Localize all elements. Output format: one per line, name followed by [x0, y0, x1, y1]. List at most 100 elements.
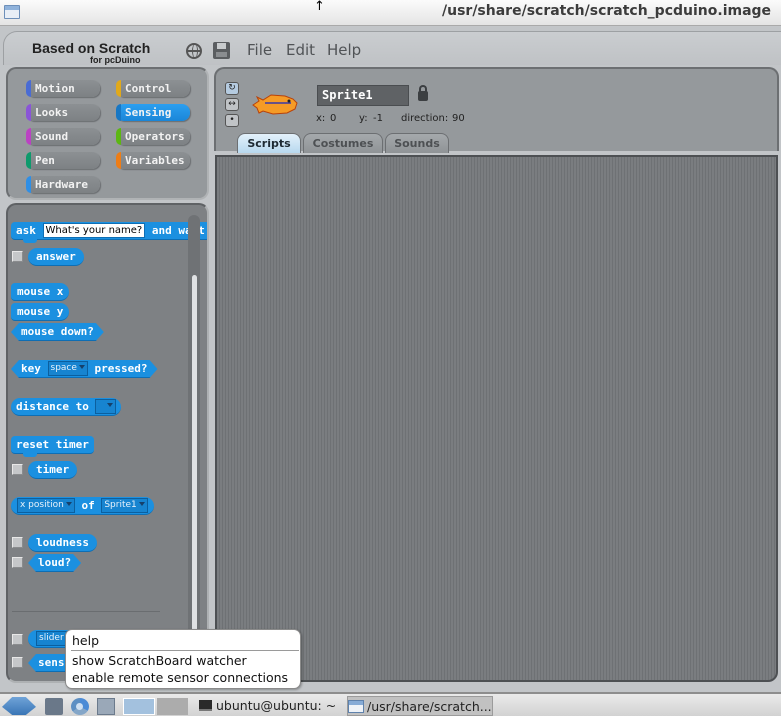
rotate-left-right-button[interactable]: ↔ [225, 98, 239, 111]
blocks-palette: ask What's your name? and wait answer mo… [6, 203, 209, 683]
tab-costumes[interactable]: Costumes [303, 133, 383, 153]
lock-icon[interactable] [418, 85, 428, 101]
sprite-x-label: x: [316, 113, 326, 124]
ask-text-input[interactable]: What's your name? [42, 223, 146, 238]
block-text: of [81, 499, 95, 512]
menu-item-help[interactable]: help [72, 633, 99, 648]
timer-watcher-checkbox[interactable] [12, 464, 23, 475]
category-motion[interactable]: Motion [26, 80, 100, 97]
loud-watcher-checkbox[interactable] [12, 557, 23, 568]
category-hardware[interactable]: Hardware [26, 176, 100, 193]
sprite-direction-label: direction: [401, 113, 449, 124]
category-variables[interactable]: Variables [116, 152, 190, 169]
show-desktop-icon[interactable] [97, 698, 115, 715]
category-control[interactable]: Control [116, 80, 190, 97]
loudness-watcher-checkbox[interactable] [12, 537, 23, 548]
category-pen[interactable]: Pen [26, 152, 100, 169]
save-disk-icon[interactable] [213, 42, 230, 59]
logo-subtitle: for pcDuino [90, 55, 141, 65]
attribute-dropdown[interactable]: x position [17, 498, 75, 513]
block-loudness[interactable]: loudness [28, 534, 97, 552]
taskbar-item-scratch[interactable]: /usr/share/scratch... [347, 696, 493, 716]
tab-scripts[interactable]: Scripts [237, 133, 301, 153]
menu-item-show-scratchboard-watcher[interactable]: show ScratchBoard watcher [72, 653, 247, 668]
category-color-stripe [116, 128, 121, 145]
dropdown-value: space [50, 363, 77, 373]
block-reset-timer[interactable]: reset timer [11, 436, 94, 457]
mouse-cursor-icon: ↑ [314, 0, 325, 14]
window-icon [348, 700, 364, 713]
context-menu: help show ScratchBoard watcher enable re… [65, 629, 301, 689]
palette-scrollbar-thumb[interactable] [192, 275, 197, 675]
answer-watcher-checkbox[interactable] [12, 251, 23, 262]
block-attribute-of[interactable]: x position of Sprite1 [11, 497, 154, 515]
key-dropdown[interactable]: space [48, 361, 88, 376]
category-label: Sensing [125, 106, 172, 119]
rotate-free-button[interactable]: ↻ [225, 82, 239, 95]
block-text: pressed? [94, 362, 148, 375]
sprite-info-panel: ↻ ↔ • Sprite1 x: 0 y: -1 direction: 90 S… [214, 67, 779, 153]
tab-sounds[interactable]: Sounds [385, 133, 449, 153]
distance-target-dropdown[interactable] [95, 399, 117, 414]
dropdown-value: slider [39, 633, 64, 643]
category-label: Hardware [35, 178, 88, 191]
category-color-stripe [26, 176, 31, 193]
task-label: ubuntu@ubuntu: ~ [216, 698, 337, 713]
category-color-stripe [26, 152, 31, 169]
taskbar-item-terminal[interactable]: ubuntu@ubuntu: ~ [199, 696, 344, 716]
category-label: Motion [35, 82, 75, 95]
block-mouse-down[interactable]: mouse down? [11, 323, 104, 341]
menu-edit[interactable]: Edit [286, 41, 315, 59]
menu-file[interactable]: File [247, 41, 272, 59]
category-color-stripe [116, 104, 121, 121]
dropdown-value: Sprite1 [104, 500, 137, 510]
sensor-bool-watcher-checkbox[interactable] [12, 657, 23, 668]
category-color-stripe [26, 104, 31, 121]
category-sensing[interactable]: Sensing [116, 104, 190, 121]
block-timer[interactable]: timer [28, 461, 78, 479]
sprite-name-field[interactable]: Sprite1 [317, 85, 409, 106]
dropdown-arrow-icon [65, 502, 72, 506]
block-answer[interactable]: answer [28, 248, 84, 266]
scripts-area[interactable] [215, 155, 778, 682]
menu-bar: Based on Scratch for pcDuino File Edit H… [3, 31, 781, 65]
category-label: Looks [35, 106, 69, 119]
category-panel: Motion Control Looks Sensing Sound Opera… [6, 67, 209, 200]
category-label: Sound [35, 130, 69, 143]
workspace-2[interactable] [157, 698, 188, 715]
browser-icon[interactable] [71, 698, 89, 715]
menu-item-enable-remote-sensor[interactable]: enable remote sensor connections [72, 670, 288, 685]
menu-separator [71, 650, 299, 651]
block-loud[interactable]: loud? [28, 554, 81, 572]
category-operators[interactable]: Operators [116, 128, 190, 145]
workspace-1[interactable] [123, 698, 155, 715]
window-menu-icon[interactable] [4, 5, 20, 19]
no-rotate-button[interactable]: • [225, 114, 239, 127]
category-color-stripe [26, 80, 31, 97]
block-ask-and-wait[interactable]: ask What's your name? and wait [11, 222, 207, 243]
sprite-dropdown[interactable]: Sprite1 [101, 498, 148, 513]
block-text: ask [16, 224, 36, 237]
dropdown-value: x position [20, 500, 64, 510]
logo-title: Based on Scratch [32, 40, 151, 56]
sprite-x-value: 0 [330, 113, 337, 124]
block-distance-to[interactable]: distance to [11, 398, 122, 416]
menu-help[interactable]: Help [327, 41, 361, 59]
block-text: key [21, 362, 41, 375]
language-globe-icon[interactable] [186, 43, 202, 59]
category-looks[interactable]: Looks [26, 104, 100, 121]
category-label: Operators [125, 130, 185, 143]
dropdown-arrow-icon [138, 502, 145, 506]
scratch-app: Based on Scratch for pcDuino File Edit H… [0, 27, 781, 692]
sensor-value-watcher-checkbox[interactable] [12, 634, 23, 645]
block-mouse-x[interactable]: mouse x [11, 283, 70, 301]
start-menu-icon[interactable] [2, 697, 36, 715]
palette-divider [12, 611, 160, 612]
dropdown-arrow-icon [79, 365, 85, 369]
category-sound[interactable]: Sound [26, 128, 100, 145]
block-key-pressed[interactable]: key space pressed? [11, 360, 158, 378]
file-manager-icon[interactable] [45, 698, 63, 715]
sprite-thumbnail[interactable] [251, 91, 301, 117]
block-mouse-y[interactable]: mouse y [11, 303, 70, 321]
sprite-y-value: -1 [373, 113, 383, 124]
